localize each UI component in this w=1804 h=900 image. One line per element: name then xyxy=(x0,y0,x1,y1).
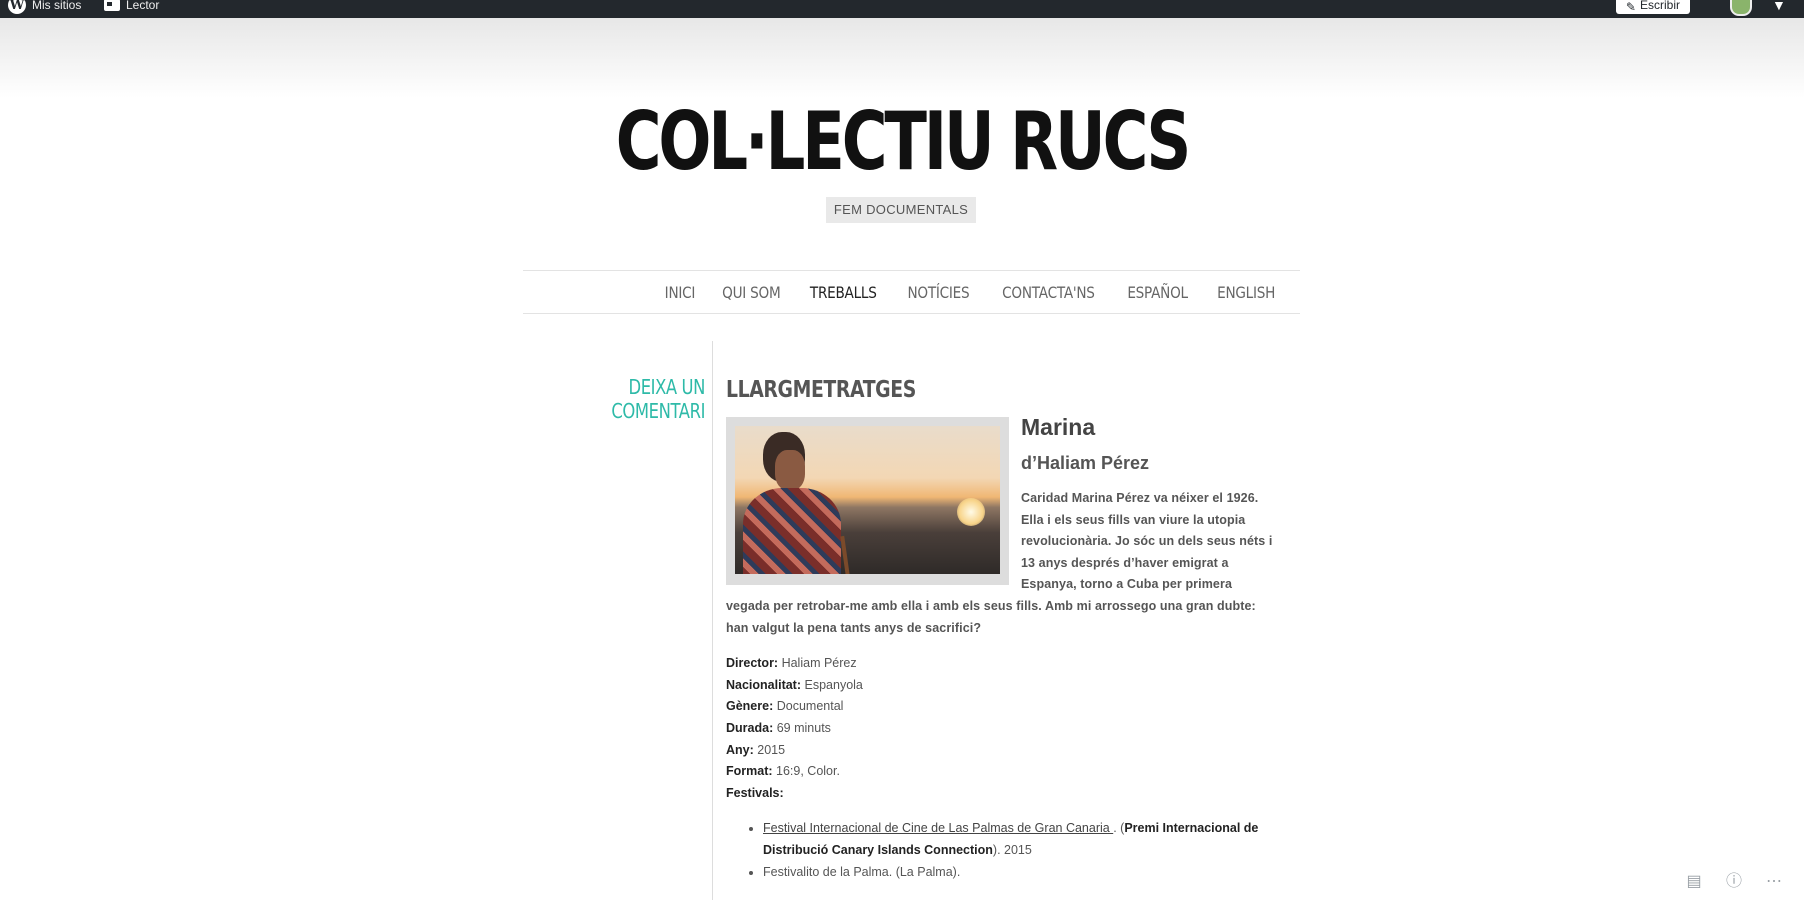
year-label: Any: xyxy=(726,742,754,757)
nav-item-english[interactable]: ENGLISH xyxy=(1217,283,1275,302)
reader-subscribe-icon[interactable]: ▤ xyxy=(1684,872,1704,892)
festivals-list: Festival Internacional de Cine de Las Pa… xyxy=(726,818,1274,883)
site-tagline: FEM DOCUMENTALS xyxy=(826,197,976,223)
list-item: Festivalito de la Palma. (La Palma). xyxy=(763,862,1274,884)
content-divider xyxy=(712,341,713,900)
film-still-frame xyxy=(726,417,1009,585)
format-value: 16:9, Color. xyxy=(776,764,840,779)
year-value: 2015 xyxy=(757,742,786,757)
nav-item-noticies[interactable]: NOTÍCIES xyxy=(907,283,969,302)
nationality-value: Espanyola xyxy=(804,677,863,692)
woman-body xyxy=(743,488,841,574)
film-still-image[interactable] xyxy=(735,426,1000,574)
nav-item-inici[interactable]: INICI xyxy=(665,283,696,302)
avatar[interactable] xyxy=(1730,0,1752,16)
info-icon[interactable]: ⓘ xyxy=(1724,872,1744,892)
nav-item-espanol[interactable]: ESPAÑOL xyxy=(1127,283,1188,302)
nav-item-qui-som[interactable]: QUI SOM xyxy=(722,283,781,302)
director-label: Director: xyxy=(726,656,779,671)
header-background xyxy=(0,18,1804,98)
wordpress-icon: W xyxy=(8,0,26,14)
festival-link-las-palmas[interactable]: Festival Internacional de Cine de Las Pa… xyxy=(763,821,1113,835)
format-label: Format: xyxy=(726,764,773,779)
notifications-icon[interactable]: ▼ xyxy=(1772,0,1788,12)
genre-value: Documental xyxy=(776,699,844,714)
my-sites-label: Mis sitios xyxy=(32,0,82,12)
film-details: Director: Haliam Pérez Nacionalitat: Esp… xyxy=(726,653,1274,804)
reader-icon xyxy=(104,0,120,11)
director-value: Haliam Pérez xyxy=(781,656,857,671)
festivals-label: Festivals: xyxy=(726,785,784,800)
pen-icon: ✎ xyxy=(1625,0,1636,14)
duration-label: Durada: xyxy=(726,720,774,735)
cane xyxy=(840,535,850,574)
main-navigation: INICI QUI SOM TREBALLS NOTÍCIES CONTACTA… xyxy=(523,270,1300,314)
write-button[interactable]: ✎ Escribir xyxy=(1615,0,1690,14)
festival-separator: . ( xyxy=(1113,821,1125,836)
post-content: LLARGMETRATGES Marina d’Haliam Pérez Car… xyxy=(726,370,1274,883)
my-sites-menu[interactable]: W Mis sitios xyxy=(8,0,81,18)
nationality-label: Nacionalitat: xyxy=(726,677,802,692)
genre-label: Gènere: xyxy=(726,699,774,714)
list-item: Festival Internacional de Cine de Las Pa… xyxy=(763,818,1274,861)
write-label: Escribir xyxy=(1639,0,1680,12)
reader-menu[interactable]: Lector xyxy=(104,0,159,18)
reader-label: Lector xyxy=(126,0,160,12)
site-title[interactable]: COL·LECTIU RUCS xyxy=(198,92,1605,192)
festival-festivalito: Festivalito de la Palma. (La Palma). xyxy=(763,864,961,879)
more-options-icon[interactable]: ⋯ xyxy=(1764,872,1784,892)
duration-value: 69 minuts xyxy=(776,720,831,735)
festival-year: ). 2015 xyxy=(992,842,1032,857)
woman-face xyxy=(775,450,805,490)
sunset-sun xyxy=(957,498,985,526)
nav-item-contactans[interactable]: CONTACTA'NS xyxy=(1002,283,1095,302)
post-title: LLARGMETRATGES xyxy=(726,377,916,403)
leave-comment-link[interactable]: DEIXA UN COMENTARI xyxy=(537,375,705,423)
admin-bar: W Mis sitios Lector ✎ Escribir ▼ xyxy=(0,0,1804,18)
nav-item-treballs[interactable]: TREBALLS xyxy=(810,283,877,302)
